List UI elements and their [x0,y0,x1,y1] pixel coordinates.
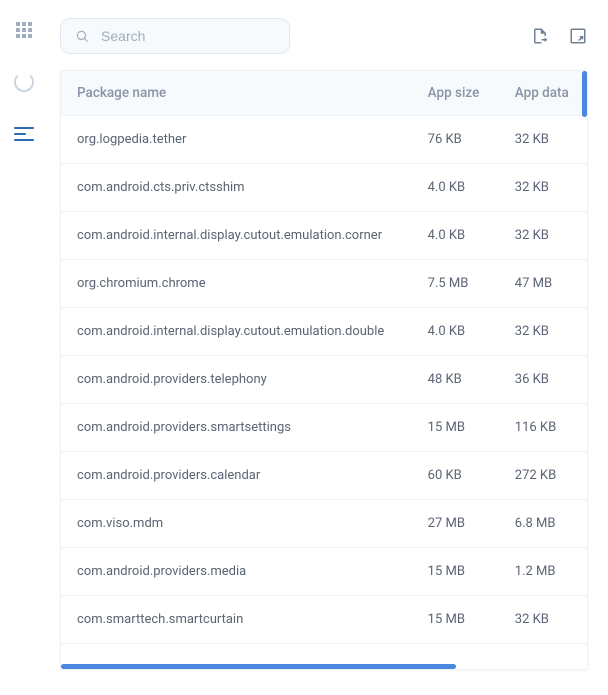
export-icon[interactable] [530,26,550,46]
cell-package-name: com.android.providers.media [61,548,412,596]
cell-app-size: 15 MB [412,404,499,452]
horizontal-scrollbar[interactable] [61,664,456,669]
cell-package-name: com.smarttech.smartcurtain [61,596,412,644]
cell-app-data: 47 MB [499,260,587,308]
cell-app-size: 15 MB [412,548,499,596]
sidebar [0,0,48,695]
column-header-size[interactable]: App size [412,71,499,116]
cell-app-size: 4.0 KB [412,212,499,260]
cell-app-data: 32 KB [499,596,587,644]
search-field[interactable] [60,18,290,54]
cell-package-name: com.android.providers.telephony [61,356,412,404]
package-table: Package name App size App data org.logpe… [61,71,587,644]
cell-package-name: org.chromium.chrome [61,260,412,308]
fullscreen-icon[interactable] [568,26,588,46]
cell-app-size: 4.0 KB [412,308,499,356]
column-header-data[interactable]: App data [499,71,587,116]
apps-grid-icon[interactable] [12,18,36,42]
table-row[interactable]: com.android.cts.priv.ctsshim4.0 KB32 KB [61,164,587,212]
table-row[interactable]: com.android.providers.calendar60 KB272 K… [61,452,587,500]
list-icon[interactable] [12,122,36,146]
column-header-name[interactable]: Package name [61,71,412,116]
search-icon [75,28,89,44]
cell-app-size: 27 MB [412,500,499,548]
table-row[interactable]: com.android.internal.display.cutout.emul… [61,212,587,260]
cell-app-data: 32 KB [499,116,587,164]
cell-package-name: com.android.cts.priv.ctsshim [61,164,412,212]
vertical-scrollbar[interactable] [582,71,587,117]
cell-app-data: 32 KB [499,308,587,356]
cell-app-data: 6.8 MB [499,500,587,548]
toolbar [60,18,588,54]
cell-package-name: com.android.providers.smartsettings [61,404,412,452]
cell-app-size: 60 KB [412,452,499,500]
cell-app-data: 272 KB [499,452,587,500]
main-panel: Package name App size App data org.logpe… [48,0,608,695]
table-row[interactable]: com.android.providers.smartsettings15 MB… [61,404,587,452]
table-row[interactable]: com.viso.mdm27 MB6.8 MB [61,500,587,548]
table-row[interactable]: com.android.providers.telephony48 KB36 K… [61,356,587,404]
search-input[interactable] [99,27,275,45]
cell-app-size: 48 KB [412,356,499,404]
cell-package-name: com.android.internal.display.cutout.emul… [61,308,412,356]
cell-app-data: 1.2 MB [499,548,587,596]
cell-app-size: 4.0 KB [412,164,499,212]
table-row[interactable]: com.android.providers.media15 MB1.2 MB [61,548,587,596]
cell-package-name: org.logpedia.tether [61,116,412,164]
cell-app-data: 32 KB [499,212,587,260]
loading-icon[interactable] [12,70,36,94]
cell-app-size: 15 MB [412,596,499,644]
cell-app-size: 76 KB [412,116,499,164]
package-table-container: Package name App size App data org.logpe… [60,70,588,670]
cell-app-data: 116 KB [499,404,587,452]
table-row[interactable]: org.chromium.chrome7.5 MB47 MB [61,260,587,308]
table-row[interactable]: org.logpedia.tether76 KB32 KB [61,116,587,164]
table-row[interactable]: com.android.internal.display.cutout.emul… [61,308,587,356]
cell-app-size: 7.5 MB [412,260,499,308]
table-row[interactable]: com.smarttech.smartcurtain15 MB32 KB [61,596,587,644]
cell-package-name: com.android.providers.calendar [61,452,412,500]
cell-package-name: com.viso.mdm [61,500,412,548]
cell-app-data: 36 KB [499,356,587,404]
cell-package-name: com.android.internal.display.cutout.emul… [61,212,412,260]
cell-app-data: 32 KB [499,164,587,212]
